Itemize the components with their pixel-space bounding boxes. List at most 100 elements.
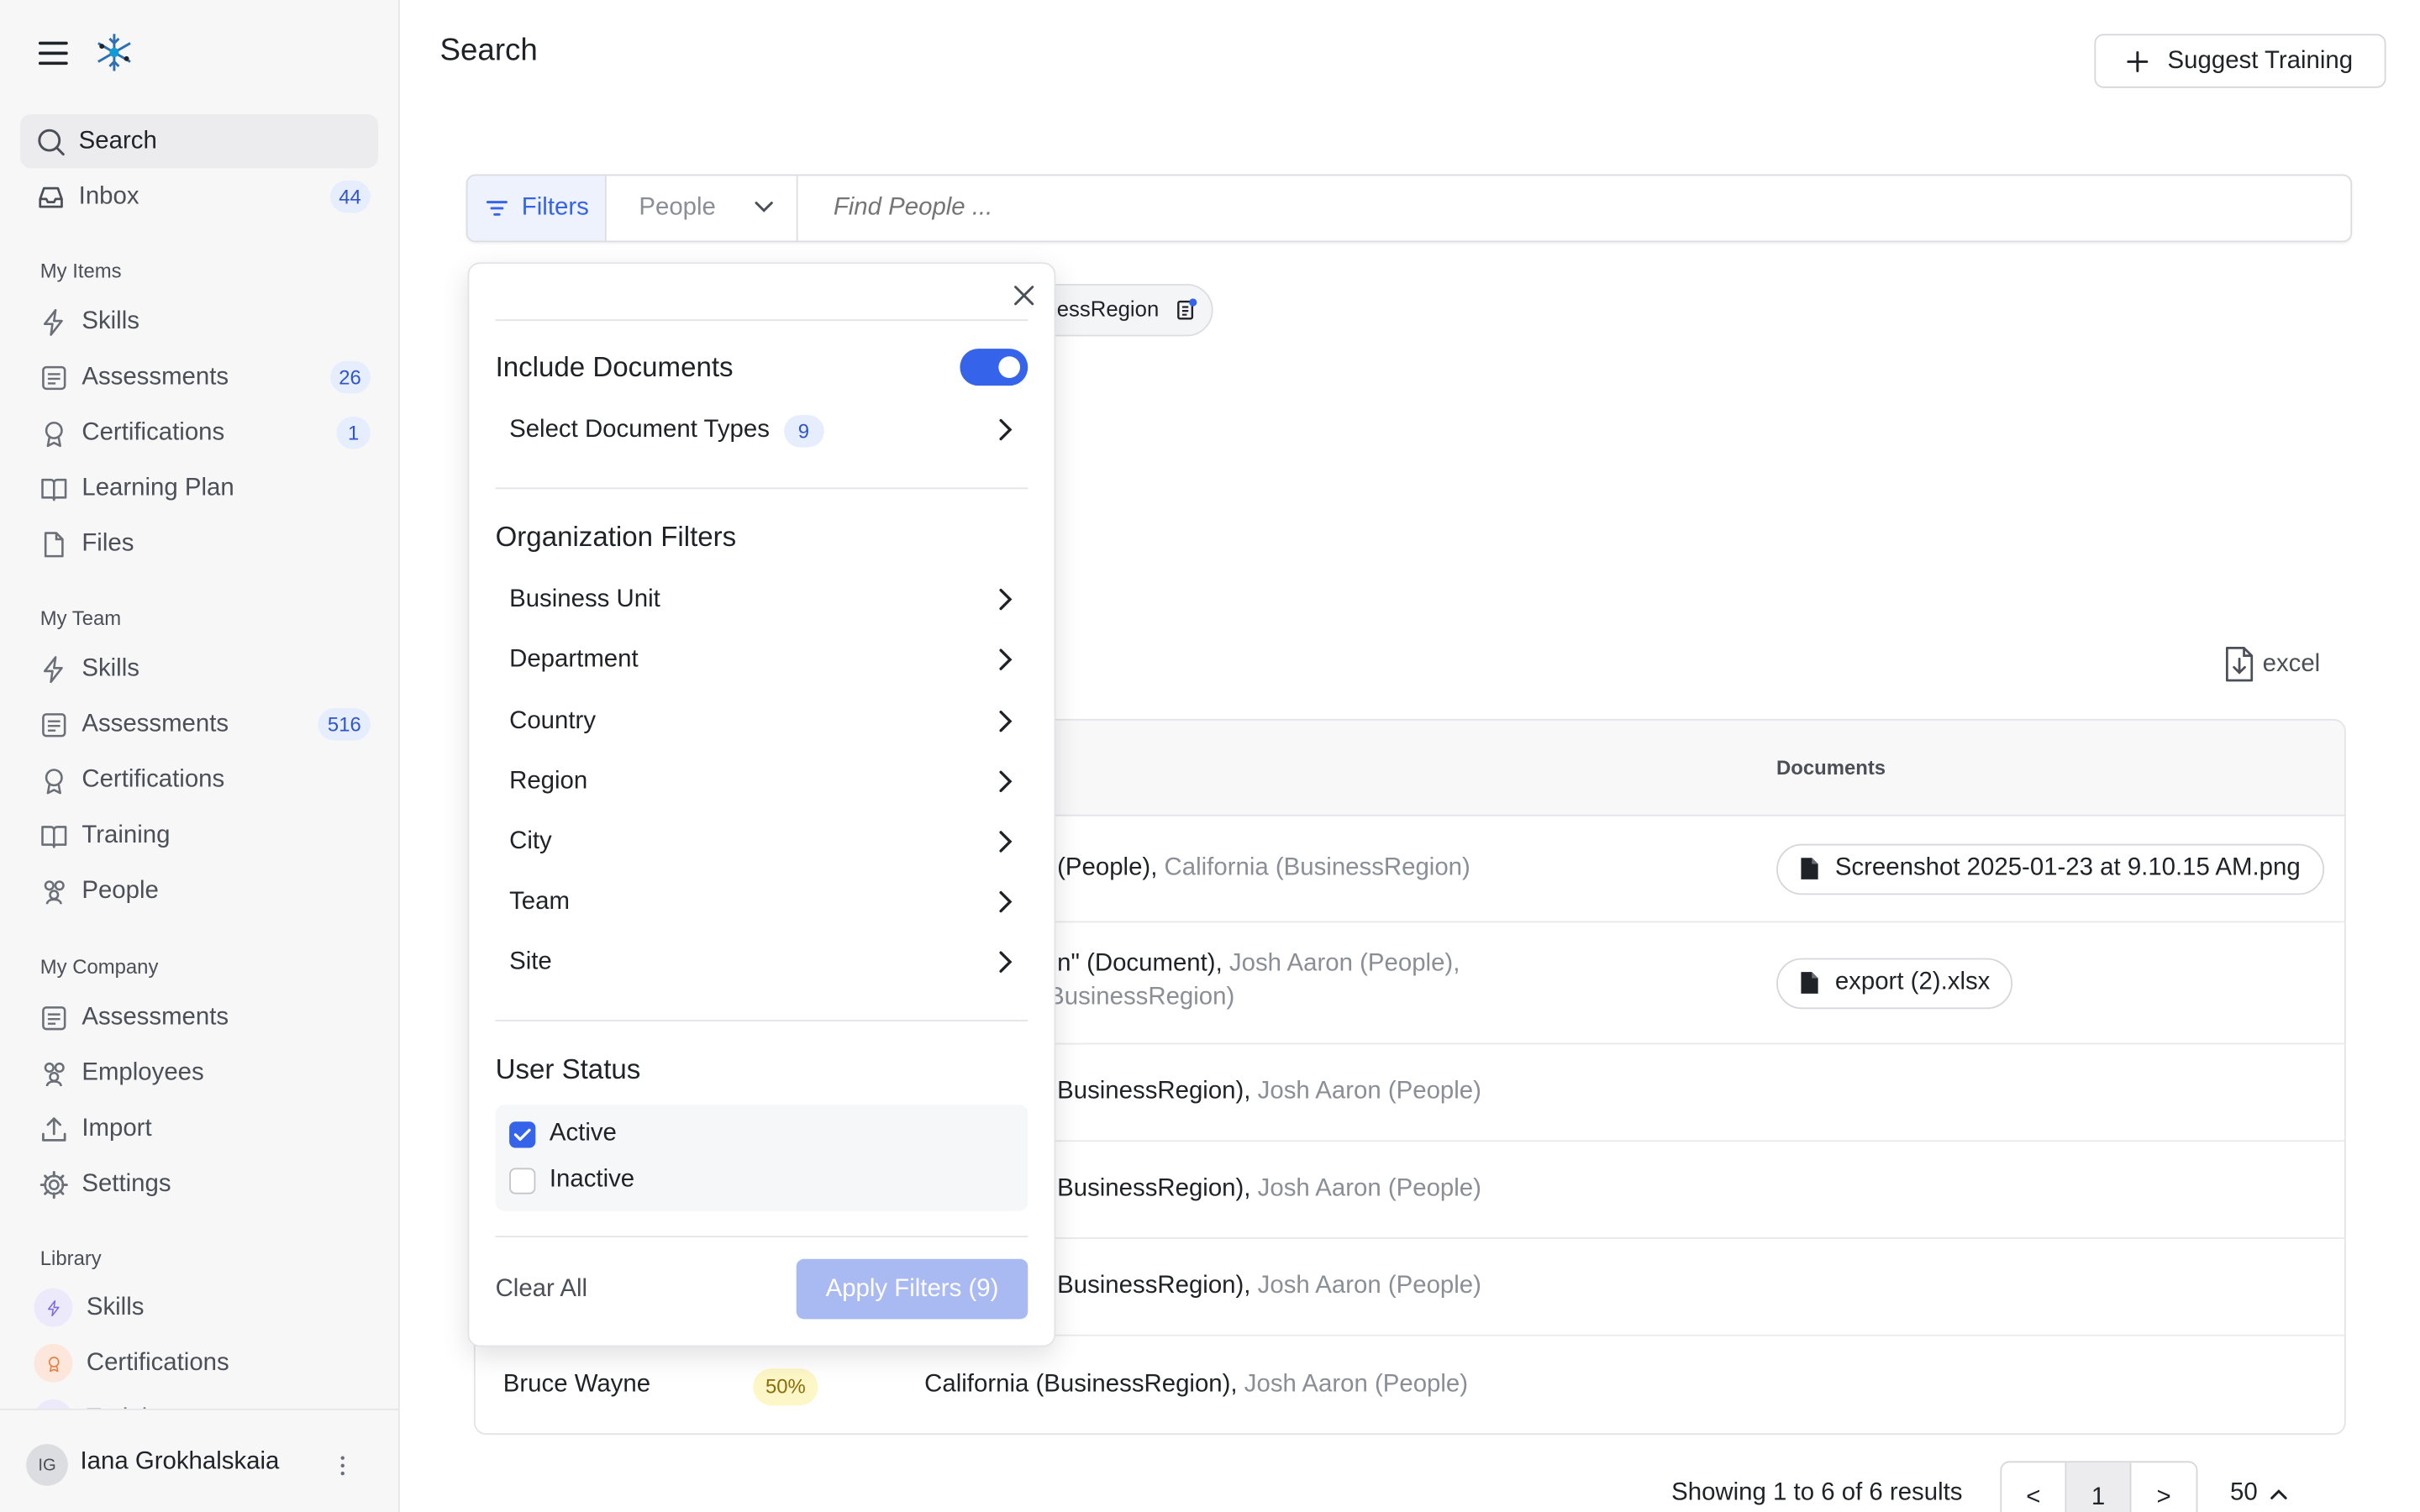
status-option-active[interactable]: Active: [509, 1110, 617, 1157]
status-option-label: Active: [549, 1120, 617, 1147]
match-secondary: Josh Aaron (People): [1244, 1370, 1469, 1398]
org-filter-label: Business Unit: [509, 585, 660, 613]
divider: [495, 1020, 1028, 1021]
library-item-training[interactable]: Training: [20, 1392, 378, 1409]
award-icon: [34, 1343, 73, 1383]
scope-select[interactable]: People: [607, 176, 798, 241]
document-chip[interactable]: Screenshot 2025-01-23 at 9.10.15 AM.png: [1776, 843, 2324, 895]
include-documents-toggle[interactable]: [960, 349, 1028, 386]
chevron-right-icon: [998, 418, 1013, 442]
chevron-right-icon: [998, 588, 1013, 612]
match-reasons: (People), California (BusinessRegion): [1057, 854, 1470, 882]
page-title: Search: [439, 34, 538, 68]
more-vertical-icon[interactable]: [338, 1455, 347, 1477]
chevron-right-icon: [998, 770, 1013, 794]
book-icon: [34, 1399, 73, 1409]
match-primary: BusinessRegion),: [1057, 1174, 1251, 1201]
divider: [495, 1236, 1028, 1238]
apply-filters-button[interactable]: Apply Filters (9): [796, 1258, 1028, 1320]
sidebar: Search Inbox 44 My Items Skills Assessmen…: [0, 0, 400, 1512]
user-footer[interactable]: IG Iana Grokhalskaia: [0, 1408, 398, 1512]
org-filter-department[interactable]: Department: [509, 638, 1018, 684]
plus-icon: [2128, 50, 2149, 72]
pagination-summary: Showing 1 to 6 of 6 results: [1671, 1479, 1963, 1506]
page-size-select[interactable]: 50: [2230, 1479, 2287, 1507]
include-documents-label: Include Documents: [495, 351, 734, 383]
person-name[interactable]: Bruce Wayne: [503, 1371, 650, 1399]
library-item-label: Skills: [86, 1294, 145, 1320]
match-secondary: California (BusinessRegion): [1164, 853, 1470, 880]
org-filter-business-unit[interactable]: Business Unit: [509, 577, 1018, 623]
document-chip[interactable]: export (2).xlsx: [1776, 957, 2013, 1009]
filters-label: Filters: [521, 194, 589, 221]
file-icon: [1800, 970, 1820, 995]
user-status-options: Active Inactive: [495, 1105, 1028, 1211]
org-filter-label: City: [509, 828, 552, 855]
chevron-up-icon: [2270, 1488, 2287, 1499]
filters-button[interactable]: Filters: [467, 176, 607, 241]
chevron-down-icon: [755, 201, 773, 213]
library-item-skills[interactable]: Skills: [20, 1280, 378, 1334]
chevron-right-icon: [998, 890, 1013, 914]
suggest-training-button[interactable]: Suggest Training: [2094, 34, 2386, 88]
user-status-title: User Status: [495, 1053, 641, 1085]
match-secondary: Josh Aaron (People): [1257, 1174, 1481, 1201]
match-secondary: Josh Aaron (People): [1257, 1272, 1481, 1299]
current-page-button[interactable]: 1: [2066, 1462, 2132, 1512]
filters-popover: Include Documents Select Document Types …: [467, 262, 1056, 1347]
match-primary: BusinessRegion),: [1057, 1077, 1251, 1105]
toggle-knob: [998, 356, 1021, 378]
divider: [495, 319, 1028, 322]
match-reasons: California (BusinessRegion), Josh Aaron …: [924, 1371, 1468, 1399]
org-filter-label: Region: [509, 768, 588, 795]
org-filter-label: Country: [509, 708, 597, 735]
org-filter-team[interactable]: Team: [509, 879, 1018, 926]
match-reasons: n" (Document), Josh Aaron (People),: [1057, 949, 1460, 977]
suggest-training-label: Suggest Training: [2167, 47, 2354, 74]
match-primary: BusinessRegion),: [1057, 1272, 1251, 1299]
org-filter-city[interactable]: City: [509, 819, 1018, 865]
next-page-button[interactable]: >: [2131, 1462, 2196, 1512]
active-filter-chip-label: nessRegion: [1044, 296, 1160, 322]
bolt-icon: [34, 1288, 73, 1327]
chevron-right-icon: [998, 648, 1013, 671]
match-secondary: Josh Aaron (People),: [1228, 949, 1460, 976]
library-item-label: Certifications: [86, 1349, 229, 1376]
match-secondary: Josh Aaron (People): [1257, 1077, 1481, 1105]
chevron-right-icon: [998, 830, 1013, 853]
document-icon: [1175, 297, 1199, 322]
org-filter-label: Department: [509, 646, 639, 673]
export-excel-button[interactable]: excel: [2223, 645, 2320, 684]
org-filter-country[interactable]: Country: [509, 699, 1018, 745]
clear-all-button[interactable]: Clear All: [496, 1276, 587, 1304]
table-row[interactable]: Bruce Wayne 50% California (BusinessRegion…: [476, 1336, 2344, 1434]
file-icon: [1800, 856, 1820, 880]
match-reasons: BusinessRegion), Josh Aaron (People): [1057, 1272, 1481, 1299]
export-label: excel: [2262, 650, 2321, 677]
divider: [495, 487, 1028, 490]
match-reasons: BusinessRegion), Josh Aaron (People): [1057, 1078, 1481, 1105]
search-input[interactable]: [799, 176, 2344, 241]
page-size-value: 50: [2230, 1479, 2258, 1506]
library-item-certifications[interactable]: Certifications: [20, 1336, 378, 1390]
org-filter-label: Site: [509, 948, 552, 975]
match-primary: n" (Document),: [1057, 949, 1223, 976]
match-score-badge: 50%: [753, 1368, 818, 1405]
download-file-icon: [2223, 645, 2256, 684]
filter-icon: [486, 199, 508, 218]
prev-page-button[interactable]: <: [2002, 1462, 2067, 1512]
match-secondary-line2: BusinessRegion): [1048, 983, 1235, 1011]
document-types-count-badge: 9: [783, 414, 824, 447]
avatar: IG: [26, 1444, 68, 1486]
org-filter-region[interactable]: Region: [509, 759, 1018, 806]
select-document-types[interactable]: Select Document Types 9: [509, 407, 1018, 454]
checkbox-checked[interactable]: [509, 1121, 536, 1147]
organization-filters-title: Organization Filters: [495, 521, 737, 553]
org-filter-site[interactable]: Site: [509, 940, 1018, 986]
status-option-inactive[interactable]: Inactive: [509, 1158, 634, 1204]
checkbox-unchecked[interactable]: [509, 1167, 536, 1194]
user-name: Iana Grokhalskaia: [80, 1448, 280, 1475]
close-icon[interactable]: [1014, 286, 1034, 306]
document-types-label: Select Document Types: [509, 416, 770, 444]
scope-select-value: People: [639, 194, 716, 221]
